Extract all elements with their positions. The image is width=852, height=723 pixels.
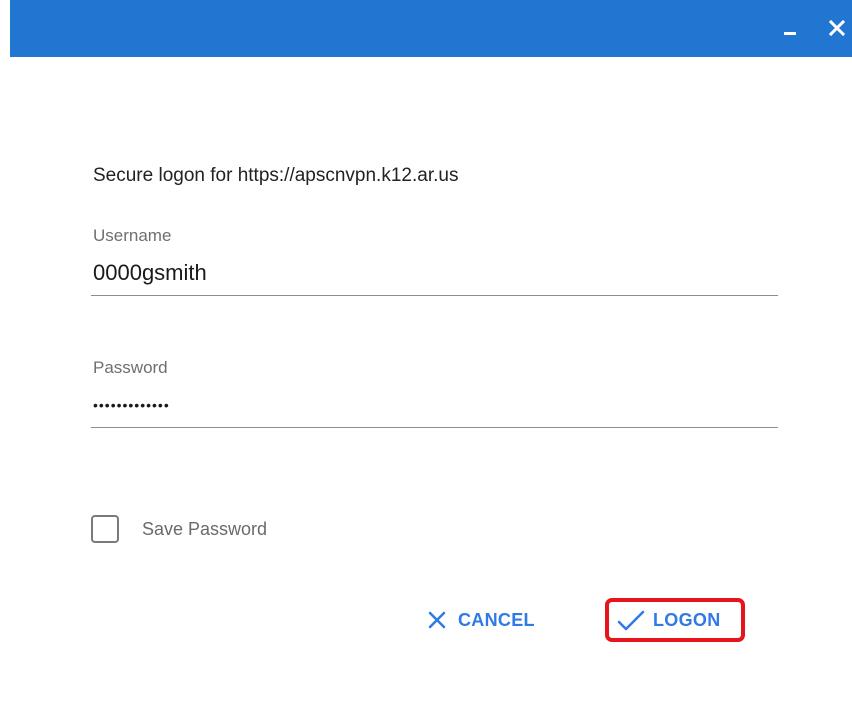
logon-heading: Secure logon for https://apscnvpn.k12.ar… (93, 165, 459, 186)
password-label: Password (93, 358, 168, 377)
save-password-label: Save Password (142, 518, 268, 539)
username-underline (91, 295, 778, 296)
minimize-icon (782, 20, 798, 36)
close-button[interactable] (822, 10, 852, 46)
cancel-button-label: CANCEL (458, 609, 535, 630)
password-field: Password (91, 358, 778, 430)
checkmark-icon (617, 609, 645, 631)
close-x-icon (428, 611, 446, 629)
username-label: Username (93, 226, 172, 245)
password-underline (91, 427, 778, 428)
minimize-button[interactable] (775, 10, 805, 46)
cancel-button[interactable]: CANCEL (428, 600, 535, 640)
close-icon (829, 20, 845, 36)
username-field: Username (91, 226, 778, 298)
password-input[interactable] (91, 388, 778, 422)
save-password-checkbox[interactable] (91, 515, 119, 543)
logon-button[interactable]: LOGON (605, 598, 745, 642)
logon-button-label: LOGON (653, 609, 721, 630)
username-input[interactable] (91, 256, 778, 290)
save-password-row[interactable]: Save Password (91, 513, 267, 545)
title-bar (10, 0, 852, 57)
